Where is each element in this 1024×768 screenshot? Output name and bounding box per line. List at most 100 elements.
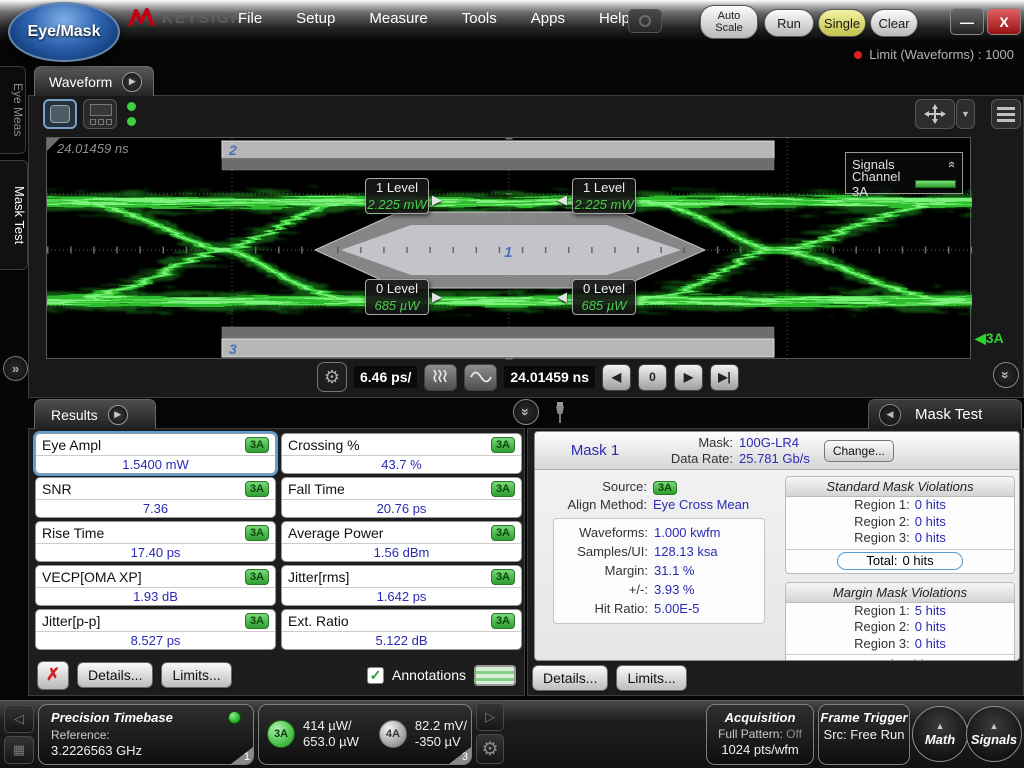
menu-help[interactable]: Help — [599, 10, 630, 27]
data-rate-value: 25.781 Gb/s — [739, 451, 810, 467]
mask-value: 100G-LR4 — [739, 435, 810, 451]
frame-trigger-card[interactable]: Frame Trigger Src: Free Run — [818, 704, 910, 765]
pin-icon[interactable] — [553, 401, 567, 430]
channels-card[interactable]: 3A 414 µW/ 653.0 µW 4A 82.2 mV/ -350 µV … — [258, 704, 472, 765]
source-badge: 3A — [491, 569, 515, 585]
result-card-average-power[interactable]: Average Power3A 1.56 dBm — [281, 521, 522, 562]
menu-measure[interactable]: Measure — [369, 10, 427, 27]
result-card-vecp[interactable]: VECP[OMA XP]3A 1.93 dB — [35, 565, 276, 606]
menu-tools[interactable]: Tools — [462, 10, 497, 27]
single-button[interactable]: Single — [818, 9, 866, 37]
results-limits-button[interactable]: Limits... — [161, 662, 231, 688]
quad-view-button[interactable] — [83, 99, 117, 129]
waveform-collapse-button[interactable]: » — [993, 362, 1019, 388]
source-badge: 3A — [491, 437, 515, 453]
tab-results[interactable]: Results ▶ — [34, 399, 156, 429]
sidebar-tab-eye-meas[interactable]: Eye Meas — [0, 66, 26, 154]
pan-move-button[interactable] — [915, 99, 955, 129]
channel-scroll-right-button[interactable]: ▷ — [476, 703, 504, 731]
mask-test-back-icon[interactable]: ◀ — [879, 404, 901, 426]
one-level-annotation-right[interactable]: 1 Level 2.225 mW — [572, 178, 636, 214]
limit-red-dot-icon — [854, 51, 862, 59]
sidebar-expand-button[interactable]: » — [3, 356, 28, 381]
source-badge: 3A — [491, 613, 515, 629]
nav-next-button[interactable]: ▶ — [674, 364, 703, 391]
results-tab-menu-icon[interactable]: ▶ — [108, 405, 128, 425]
scroll-left-button[interactable]: ◁ — [4, 705, 34, 733]
time-position-value[interactable]: 24.01459 ns — [504, 366, 595, 388]
annotations-control: ✓ Annotations — [367, 665, 516, 686]
results-details-button[interactable]: Details... — [77, 662, 153, 688]
waveform-tab-menu-icon[interactable]: ▶ — [122, 72, 142, 92]
menu-file[interactable]: File — [238, 10, 262, 27]
source-badge: 3A — [245, 613, 269, 629]
mask-details-button[interactable]: Details... — [532, 665, 608, 691]
result-card-rise-time[interactable]: Rise Time3A 17.40 ps — [35, 521, 276, 562]
channel-settings-gear-icon[interactable]: ⚙ — [476, 734, 504, 764]
eye-diagram-plot[interactable]: 2 3 1 24.01459 ns 1 Level 2.225 mW 1 Lev… — [46, 137, 971, 359]
sidebar-tab-mask-test[interactable]: Mask Test — [0, 160, 28, 270]
source-badge: 3A — [491, 525, 515, 541]
one-level-annotation-left[interactable]: 1 Level 2.225 mW — [365, 178, 429, 214]
results-grid: Eye Ampl3A 1.5400 mW Crossing %3A 43.7 %… — [35, 433, 522, 651]
channel-3a-badge[interactable]: 3A — [267, 720, 295, 748]
close-button[interactable]: X — [987, 8, 1021, 35]
zero-level-annotation-right[interactable]: 0 Level 685 µW — [572, 279, 636, 315]
delete-measurement-button[interactable]: ✗ — [37, 661, 69, 690]
nav-previous-button[interactable]: ◀ — [602, 364, 631, 391]
result-card-crossing[interactable]: Crossing %3A 43.7 % — [281, 433, 522, 474]
chevron-down-icon: » — [998, 371, 1014, 379]
nav-zero-button[interactable]: 0 — [638, 364, 667, 391]
chevron-up-icon: ▲ — [990, 721, 999, 731]
result-card-ext-ratio[interactable]: Ext. Ratio3A 5.122 dB — [281, 609, 522, 650]
menu-apps[interactable]: Apps — [531, 10, 565, 27]
panel-collapse-button[interactable]: » — [513, 399, 539, 425]
auto-scale-button[interactable]: Auto Scale — [700, 5, 758, 39]
screenshot-camera-icon[interactable] — [628, 9, 662, 33]
eye-diagram-graphic: 2 3 1 — [47, 138, 972, 360]
timebase-controls: ⚙ 6.46 ps/ 24.01459 ns ◀ 0 ▶ ▶| — [317, 362, 739, 392]
clear-button[interactable]: Clear — [870, 9, 918, 37]
annotations-checkbox[interactable]: ✓ — [367, 667, 384, 684]
chevron-down-icon: » — [518, 408, 534, 416]
nav-end-button[interactable]: ▶| — [710, 364, 739, 391]
result-card-eye-ampl[interactable]: Eye Ampl3A 1.5400 mW — [35, 433, 276, 474]
grid-view-button[interactable]: ▦ — [4, 736, 34, 764]
minimize-button[interactable]: — — [950, 8, 984, 35]
math-button[interactable]: ▲ Math — [912, 706, 968, 762]
compress-waveform-button[interactable] — [424, 364, 457, 391]
channel-3a-marker: ◀3A — [975, 330, 1004, 347]
pan-dropdown-button[interactable]: ▼ — [956, 99, 975, 129]
result-card-snr[interactable]: SNR3A 7.36 — [35, 477, 276, 518]
annotations-label: Annotations — [392, 667, 466, 683]
tab-mask-test[interactable]: ◀ Mask Test — [868, 399, 1022, 429]
acquisition-card[interactable]: Acquisition Full Pattern: Off 1024 pts/w… — [706, 704, 814, 765]
status-green-dot-icon — [127, 102, 136, 111]
result-card-jitter-pp[interactable]: Jitter[p-p]3A 8.527 ps — [35, 609, 276, 650]
channel-4a-badge[interactable]: 4A — [379, 720, 407, 748]
source-badge: 3A — [245, 569, 269, 585]
result-card-jitter-rms[interactable]: Jitter[rms]3A 1.642 ps — [281, 565, 522, 606]
legend-collapse-icon[interactable]: « — [945, 160, 960, 167]
annotation-color-swatch[interactable] — [474, 665, 516, 686]
signals-legend[interactable]: Signals « Channel 3A — [845, 152, 963, 194]
margin-total: Total:5 hits — [838, 657, 961, 661]
standard-violations-box: Standard Mask Violations Region 1:0 hits… — [785, 476, 1015, 574]
waveform-hamburger-menu-button[interactable] — [991, 99, 1021, 129]
result-card-fall-time[interactable]: Fall Time3A 20.76 ps — [281, 477, 522, 518]
menu-bar: File Setup Measure Tools Apps Help — [238, 10, 630, 27]
signals-button[interactable]: ▲ Signals — [966, 706, 1022, 762]
move-arrows-icon — [923, 103, 947, 125]
precision-timebase-card[interactable]: Precision Timebase Reference: 3.2226563 … — [38, 704, 254, 765]
tab-waveform[interactable]: Waveform ▶ — [34, 66, 154, 96]
zero-level-annotation-left[interactable]: 0 Level 685 µW — [365, 279, 429, 315]
timebase-settings-gear-icon[interactable]: ⚙ — [317, 362, 347, 392]
run-button[interactable]: Run — [764, 9, 814, 37]
sine-wave-button[interactable] — [464, 364, 497, 391]
margin-violations-box: Margin Mask Violations Region 1:5 hits R… — [785, 582, 1015, 662]
single-view-button[interactable] — [43, 99, 77, 129]
change-mask-button[interactable]: Change... — [824, 440, 894, 462]
time-scale-value[interactable]: 6.46 ps/ — [354, 366, 417, 388]
mask-limits-button[interactable]: Limits... — [616, 665, 686, 691]
menu-setup[interactable]: Setup — [296, 10, 335, 27]
